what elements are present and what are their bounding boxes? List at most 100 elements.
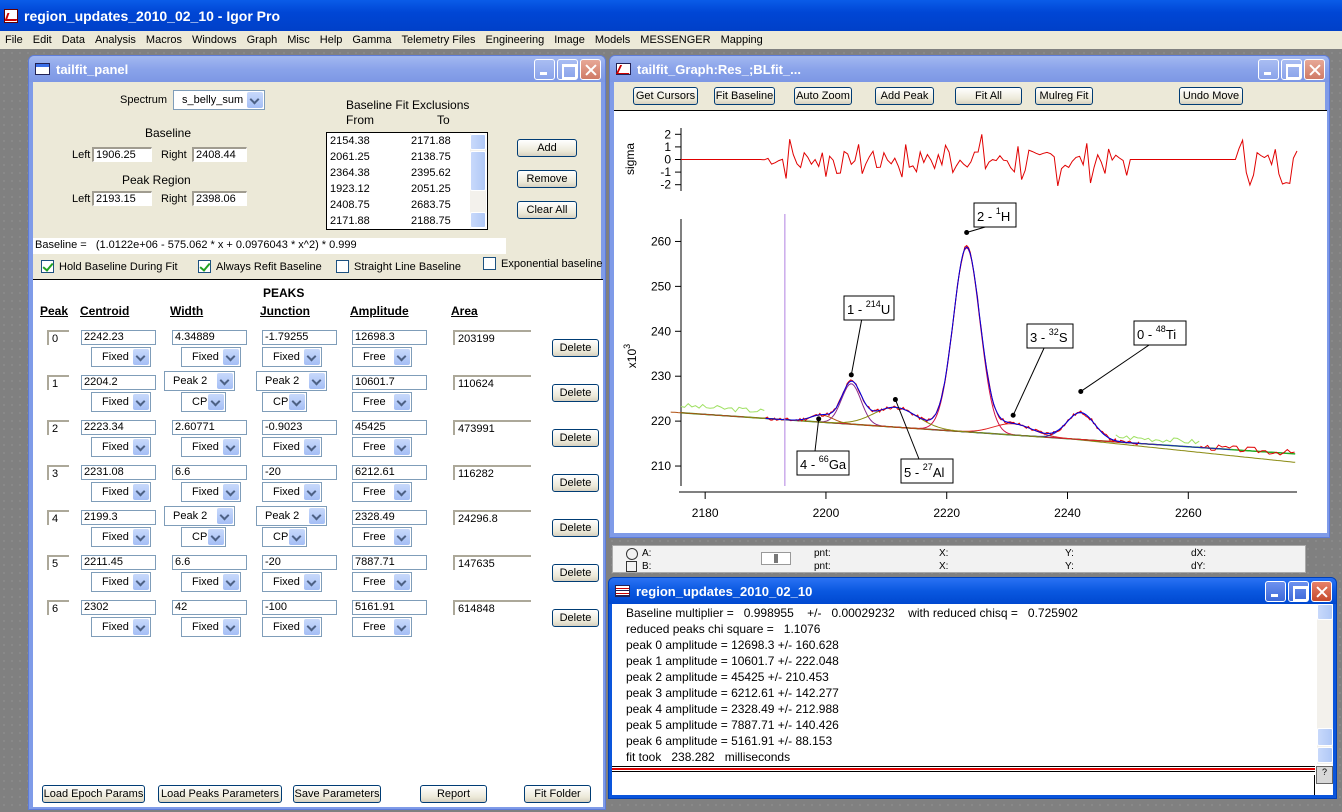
amplitude-mode-select[interactable]: Free: [352, 617, 412, 637]
panel-titlebar[interactable]: tailfit_panel: [29, 56, 605, 82]
junction-field[interactable]: -20: [262, 555, 337, 570]
centroid-mode-select[interactable]: Fixed: [91, 392, 151, 412]
checkbox-box[interactable]: [198, 260, 211, 273]
width-mode-select[interactable]: Fixed: [181, 617, 241, 637]
width-field[interactable]: 42: [172, 600, 247, 615]
load-peaks-parameters-button[interactable]: Load Peaks Parameters: [158, 785, 282, 803]
fit-baseline-button[interactable]: Fit Baseline: [714, 87, 775, 105]
amplitude-field[interactable]: 12698.3: [352, 330, 427, 345]
width-mode-select[interactable]: Fixed: [181, 437, 241, 457]
exclusion-to[interactable]: 2683.75: [411, 199, 451, 211]
delete-peak-button[interactable]: Delete: [552, 384, 599, 402]
menu-macros[interactable]: Macros: [141, 34, 187, 46]
width-field[interactable]: 6.6: [172, 465, 247, 480]
junction-mode-select[interactable]: Fixed: [262, 482, 322, 502]
amplitude-mode-select[interactable]: Free: [352, 392, 412, 412]
exclusion-from[interactable]: 2154.38: [330, 135, 370, 147]
delete-peak-button[interactable]: Delete: [552, 519, 599, 537]
junction-mode-select[interactable]: Fixed: [262, 437, 322, 457]
amplitude-mode-select[interactable]: Free: [352, 437, 412, 457]
amplitude-field[interactable]: 5161.91: [352, 600, 427, 615]
graph-titlebar[interactable]: tailfit_Graph:Res_;BLfit_...: [610, 56, 1329, 82]
menu-engineering[interactable]: Engineering: [481, 34, 550, 46]
exclusion-to[interactable]: 2138.75: [411, 151, 451, 163]
junction-source-select[interactable]: Peak 2: [256, 371, 327, 391]
junction-field[interactable]: -0.9023: [262, 420, 337, 435]
centroid-mode-select[interactable]: Fixed: [91, 527, 151, 547]
load-epoch-params-button[interactable]: Load Epoch Params: [42, 785, 145, 803]
amplitude-mode-select[interactable]: Free: [352, 572, 412, 592]
close-button[interactable]: [580, 58, 601, 80]
amplitude-field[interactable]: 2328.49: [352, 510, 427, 525]
undo-move-button[interactable]: Undo Move: [1179, 87, 1243, 105]
centroid-field[interactable]: 2242.23: [81, 330, 156, 345]
delete-peak-button[interactable]: Delete: [552, 339, 599, 357]
history-scrollbar[interactable]: [1317, 604, 1333, 764]
scroll-up-icon[interactable]: [1317, 604, 1333, 620]
minimize-button[interactable]: [1258, 58, 1279, 80]
menu-mapping[interactable]: Mapping: [716, 34, 768, 46]
cursor-a-circle-icon[interactable]: [626, 548, 638, 560]
menu-gamma[interactable]: Gamma: [347, 34, 396, 46]
maximize-button[interactable]: [1281, 58, 1302, 80]
exclusion-from[interactable]: 2408.75: [330, 199, 370, 211]
close-button[interactable]: [1311, 580, 1332, 602]
menu-image[interactable]: Image: [549, 34, 590, 46]
width-field[interactable]: 6.6: [172, 555, 247, 570]
auto-zoom-button[interactable]: Auto Zoom: [794, 87, 852, 105]
amplitude-mode-select[interactable]: Free: [352, 527, 412, 547]
width-mode-select[interactable]: CP: [181, 392, 226, 412]
centroid-field[interactable]: 2302: [81, 600, 156, 615]
peak-right-field[interactable]: 2398.06: [192, 191, 247, 206]
menu-messenger[interactable]: MESSENGER: [635, 34, 715, 46]
fit-all-button[interactable]: Fit All: [955, 87, 1022, 105]
scroll-up-icon[interactable]: [470, 134, 486, 150]
checkbox-box[interactable]: [41, 260, 54, 273]
maximize-button[interactable]: [1288, 580, 1309, 602]
maximize-button[interactable]: [557, 58, 578, 80]
menu-graph[interactable]: Graph: [242, 34, 283, 46]
exclusion-to[interactable]: 2051.25: [411, 183, 451, 195]
centroid-mode-select[interactable]: Fixed: [91, 437, 151, 457]
spectrum-select[interactable]: s_belly_sum: [173, 90, 265, 110]
delete-peak-button[interactable]: Delete: [552, 429, 599, 447]
checkbox-box[interactable]: [483, 257, 496, 270]
mulreg-fit-button[interactable]: Mulreg Fit: [1035, 87, 1093, 105]
baseline-left-field[interactable]: 1906.25: [92, 147, 152, 162]
exclusion-to[interactable]: 2188.75: [411, 215, 451, 227]
history-titlebar[interactable]: region_updates_2010_02_10: [609, 578, 1336, 604]
exclusion-to[interactable]: 2395.62: [411, 167, 451, 179]
width-source-select[interactable]: Peak 2: [164, 371, 235, 391]
junction-mode-select[interactable]: CP: [262, 527, 307, 547]
centroid-mode-select[interactable]: Fixed: [91, 482, 151, 502]
centroid-field[interactable]: 2199.3: [81, 510, 156, 525]
scroll-thumb[interactable]: [470, 151, 486, 191]
width-mode-select[interactable]: Fixed: [181, 347, 241, 367]
menu-models[interactable]: Models: [590, 34, 635, 46]
clear-all-button[interactable]: Clear All: [517, 201, 577, 219]
peak-left-field[interactable]: 2193.15: [92, 191, 152, 206]
amplitude-field[interactable]: 10601.7: [352, 375, 427, 390]
width-mode-select[interactable]: Fixed: [181, 482, 241, 502]
junction-field[interactable]: -1.79255: [262, 330, 337, 345]
centroid-field[interactable]: 2211.45: [81, 555, 156, 570]
menu-file[interactable]: File: [0, 34, 28, 46]
exclusion-from[interactable]: 2061.25: [330, 151, 370, 163]
checkbox-box[interactable]: [336, 260, 349, 273]
junction-field[interactable]: -20: [262, 465, 337, 480]
get-cursors-button[interactable]: Get Cursors: [633, 87, 698, 105]
command-line-input[interactable]: [612, 775, 1315, 795]
menu-edit[interactable]: Edit: [28, 34, 57, 46]
save-parameters-button[interactable]: Save Parameters: [293, 785, 381, 803]
exclusion-from[interactable]: 1923.12: [330, 183, 370, 195]
junction-source-select[interactable]: Peak 2: [256, 506, 327, 526]
junction-field[interactable]: -100: [262, 600, 337, 615]
checkbox-always-refit-baseline[interactable]: Always Refit Baseline: [198, 260, 322, 273]
centroid-mode-select[interactable]: Fixed: [91, 617, 151, 637]
scroll-down-icon[interactable]: [1317, 747, 1333, 763]
command-divider[interactable]: [612, 766, 1315, 772]
checkbox-hold-baseline-during-fit[interactable]: Hold Baseline During Fit: [41, 260, 178, 273]
minimize-button[interactable]: [534, 58, 555, 80]
centroid-field[interactable]: 2204.2: [81, 375, 156, 390]
scroll-down-icon[interactable]: [470, 212, 486, 228]
